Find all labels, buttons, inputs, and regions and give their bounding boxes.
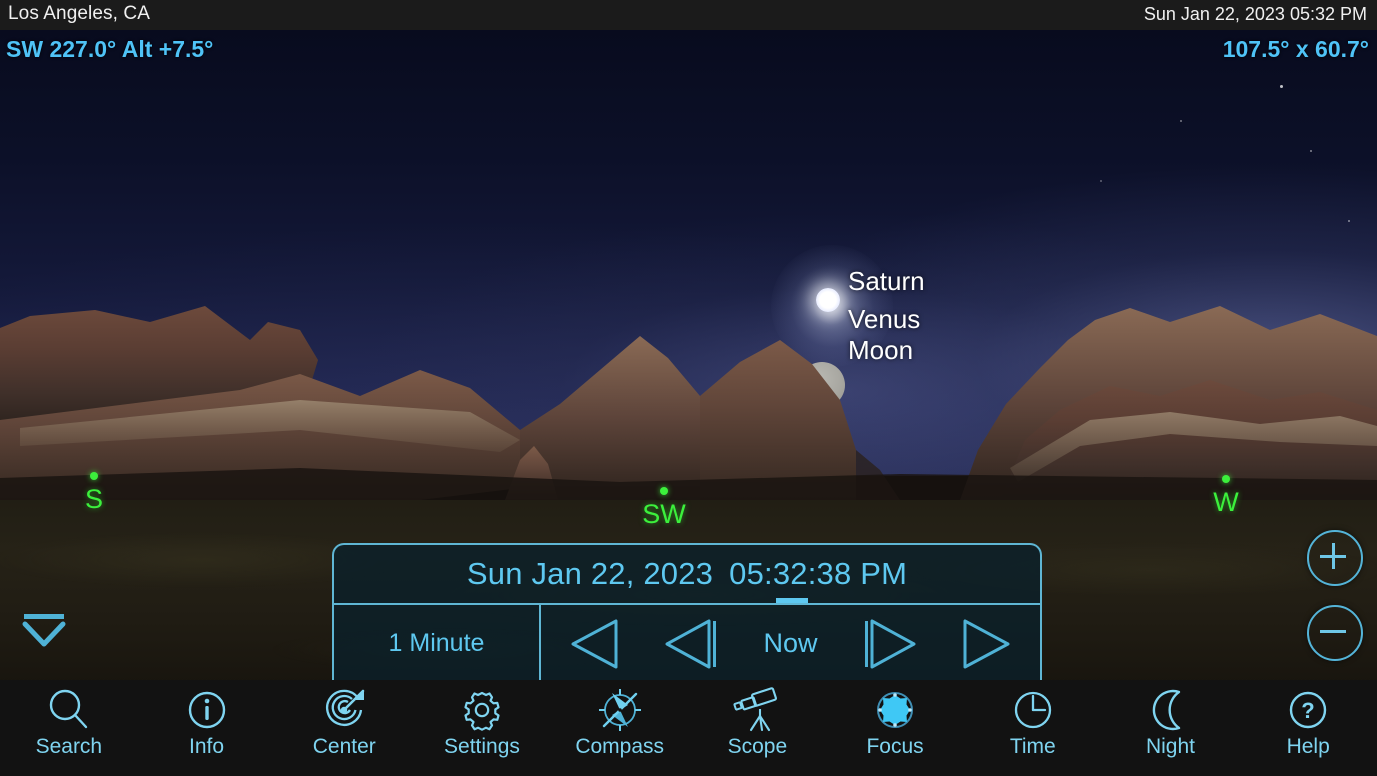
time-text[interactable]: 05:32:38 PM (729, 556, 907, 591)
cardinal-label: SW (642, 499, 686, 529)
star-speck (1348, 220, 1350, 222)
clock-icon (1009, 686, 1057, 734)
cardinal-dot (90, 472, 98, 480)
toolbar-label: Scope (727, 735, 788, 758)
search-icon (45, 686, 93, 734)
star-speck (1180, 120, 1182, 122)
time-field-selection-underline (776, 598, 808, 603)
zoom-in-button[interactable] (1307, 530, 1363, 586)
question-icon: ? (1284, 686, 1332, 734)
telescope-icon (730, 686, 784, 734)
toolbar-label: Search (35, 735, 103, 758)
play-reverse-icon (571, 619, 618, 668)
date-text[interactable]: Sun Jan 22, 2023 (467, 556, 713, 591)
datetime-label[interactable]: Sun Jan 22, 2023 05:32 PM (1144, 4, 1367, 25)
object-label-moon[interactable]: Moon (848, 335, 913, 366)
compass-icon (595, 686, 645, 734)
toolbar-label: Time (1009, 735, 1056, 758)
focus-icon (871, 686, 919, 734)
toolbar-label: Help (1286, 735, 1330, 758)
cardinal-label: S (84, 484, 103, 514)
direction-altitude-readout: SW 227.0° Alt +7.5° (6, 36, 214, 62)
bottom-toolbar: Search Info Center Settings Compass Scop… (0, 680, 1377, 776)
play-forward-icon (963, 619, 1010, 668)
time-controls-row: 1 Minute Now (334, 605, 1040, 682)
now-button[interactable]: Now (748, 613, 832, 675)
play-forward-button[interactable] (943, 613, 1027, 675)
step-forward-button[interactable] (846, 613, 930, 675)
zoom-out-button[interactable] (1307, 605, 1363, 661)
toolbar-label: Info (189, 735, 225, 758)
toolbar-item-info[interactable]: Info (138, 680, 276, 776)
star-speck (1280, 85, 1283, 88)
toolbar-item-center[interactable]: Center (275, 680, 413, 776)
star-speck (1310, 150, 1312, 152)
step-forward-icon (864, 619, 916, 668)
field-of-view-readout: 107.5° x 60.7° (1222, 36, 1369, 62)
collapse-panel-button[interactable] (20, 612, 68, 652)
toolbar-label: Center (312, 735, 376, 758)
toolbar-item-night[interactable]: Night (1102, 680, 1240, 776)
cardinal-marker-south: S (64, 472, 124, 513)
status-bar: Los Angeles, CA Sun Jan 22, 2023 05:32 P… (0, 0, 1377, 30)
cardinal-dot (660, 487, 668, 495)
toolbar-item-compass[interactable]: Compass (551, 680, 689, 776)
star-speck (1100, 180, 1102, 182)
toolbar-item-help[interactable]: ? Help (1239, 680, 1377, 776)
toolbar-label: Compass (575, 735, 665, 758)
time-display-row[interactable]: Sun Jan 22, 2023 05:32:38 PM (334, 545, 1040, 605)
toolbar-item-scope[interactable]: Scope (689, 680, 827, 776)
time-step-button[interactable]: 1 Minute (334, 605, 541, 682)
object-label-venus[interactable]: Venus (848, 304, 920, 335)
gear-icon (458, 686, 506, 734)
toolbar-label: Focus (866, 735, 924, 758)
object-label-saturn[interactable]: Saturn (848, 266, 925, 297)
toolbar-label: Settings (444, 735, 520, 758)
toolbar-item-time[interactable]: Time (964, 680, 1102, 776)
center-target-icon (320, 686, 368, 734)
info-icon (183, 686, 231, 734)
location-label[interactable]: Los Angeles, CA (8, 3, 150, 25)
time-display-text: Sun Jan 22, 2023 05:32:38 PM (467, 556, 907, 592)
transport-buttons: Now (541, 605, 1040, 682)
toolbar-item-settings[interactable]: Settings (413, 680, 551, 776)
cardinal-marker-west: W (1196, 475, 1256, 516)
svg-text:?: ? (1301, 698, 1314, 723)
step-back-icon (665, 619, 717, 668)
toolbar-item-search[interactable]: Search (0, 680, 138, 776)
chevron-down-icon (22, 614, 66, 647)
sky-safari-app: Saturn Venus Moon S SW W SW 227.0° Alt +… (0, 0, 1377, 776)
step-back-button[interactable] (651, 613, 735, 675)
cardinal-dot (1222, 475, 1230, 483)
toolbar-label: Night (1145, 735, 1195, 758)
time-control-panel: Sun Jan 22, 2023 05:32:38 PM 1 Minute No… (332, 543, 1042, 682)
cardinal-label: W (1213, 487, 1239, 517)
cardinal-marker-southwest: SW (634, 487, 694, 528)
toolbar-item-focus[interactable]: Focus (826, 680, 964, 776)
moon-icon (1146, 686, 1194, 734)
play-reverse-button[interactable] (554, 613, 638, 675)
